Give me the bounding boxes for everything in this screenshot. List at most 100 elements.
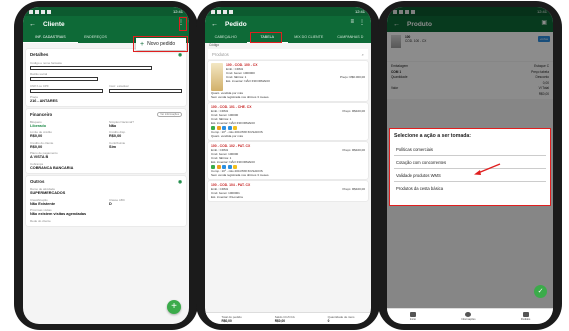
- status-icons: [29, 9, 51, 14]
- praca-value: 216 - ANTARES: [30, 99, 58, 103]
- search-placeholder: Produtos: [212, 51, 229, 57]
- nav-pedidos[interactable]: Pedidos: [521, 312, 530, 321]
- qtd-itens: Quantidade de itens 0: [328, 315, 355, 325]
- screenshot-collage: 12:41 ← Cliente ⋮ INF. CADASTRAIS ENDERE…: [0, 0, 569, 331]
- nav-inicio[interactable]: Início: [410, 312, 416, 321]
- option-cesta-basica[interactable]: Produtos da cesta básica: [394, 182, 546, 194]
- nav-informacoes[interactable]: Informações: [461, 312, 476, 321]
- product-preco: Preço: R$100,00: [342, 148, 365, 152]
- insc-field: [109, 88, 182, 93]
- credito-cli-value: R$0,00: [30, 144, 43, 149]
- qtd-value: 0: [327, 318, 330, 323]
- eye-icon[interactable]: ◉: [178, 52, 182, 58]
- tab-mix-cliente[interactable]: MIX DO CLIENTE: [288, 32, 330, 43]
- status-bar: 12:41: [205, 7, 371, 16]
- page-title: Cliente: [43, 20, 65, 28]
- tab-campanhas[interactable]: CAMPANHAS D: [330, 32, 372, 43]
- back-arrow-icon[interactable]: ←: [211, 21, 218, 28]
- tab-inf-cadastrais[interactable]: INF. CADASTRAIS: [23, 32, 78, 43]
- home-icon: [409, 312, 416, 317]
- app-bar: ← Pedido ≡ ⋮: [205, 16, 371, 32]
- nav-label: Início: [409, 318, 416, 321]
- product-preco: Preço: R$100,00: [342, 109, 365, 113]
- contrib-value: Sim: [109, 144, 117, 149]
- orders-icon: [522, 312, 529, 317]
- add-fab-button[interactable]: +: [167, 300, 181, 314]
- screen-produto: 12:41 ← Produto ▣ 100 COD. 100 - CX +Inf…: [387, 7, 553, 324]
- fin-row-2: Limite de crédito R$0,00 Crédito disp. R$0…: [30, 128, 182, 138]
- product-image: [211, 63, 223, 91]
- search-icon[interactable]: ⌕: [362, 52, 364, 57]
- class-value: Não Existente: [30, 201, 56, 206]
- info-icon: [465, 312, 472, 317]
- product-estoque: Est. inventar: NÃO INFORMADO: [226, 79, 271, 83]
- product-card[interactable]: 100 - COD. 102 - PAT. CX Emb.: CDM1 Preço…: [208, 142, 368, 179]
- phone-cliente: 12:41 ← Cliente ⋮ INF. CADASTRAIS ENDERE…: [14, 1, 198, 330]
- arrow-annotation-icon: [474, 163, 501, 175]
- nav-label: Informações: [461, 318, 476, 321]
- rede-label: Rede do cliente: [30, 218, 51, 223]
- total-pedido-label: Total do pedido: [221, 314, 242, 319]
- option-cotacao[interactable]: Cotação com concorrentes: [394, 156, 546, 169]
- eye-icon[interactable]: ◉: [178, 179, 182, 185]
- product-extra2: Quant. vendida por mês: [211, 134, 244, 138]
- razao-label: Razão social: [30, 72, 48, 76]
- financeiro-card: Financeiro Ver informações Bloqueio Libera…: [26, 109, 186, 173]
- outros-heading: Outros: [30, 178, 45, 184]
- insc-label: Inscr. estadual: [109, 83, 129, 88]
- product-card[interactable]: 100 - COD. 100 - CX Emb.: CDM1 Cmd. bene…: [208, 61, 368, 101]
- product-extra2: Sem venda registrada nos últimos 3 meses…: [211, 173, 270, 177]
- outros-card: Outros ◉ Ramo de atividade SUPERMERCADOS …: [26, 175, 186, 226]
- cnpj-label: CNPJ ou CPF: [30, 83, 49, 88]
- screen-cliente: 12:41 ← Cliente ⋮ INF. CADASTRAIS ENDERE…: [23, 7, 189, 324]
- filter-label: Código: [209, 43, 220, 47]
- phone-pedido: 12:41 ← Pedido ≡ ⋮ CABEÇALHO TABELA MIX D…: [196, 1, 380, 330]
- cobranca-value: COBRANCA BANCARIA: [30, 165, 74, 170]
- status-time: 12:41: [354, 9, 365, 14]
- total-pedido: Total do pedido R$0,00: [221, 315, 241, 325]
- fin-row-3: Crédito do cliente R$0,00 Contribuinte Sim: [30, 138, 182, 149]
- total-pedido-value: R$0,00: [221, 318, 232, 323]
- status-bar: 12:41: [23, 7, 189, 16]
- codigo-field: [30, 65, 152, 70]
- product-card[interactable]: 100 - COD. 101 - CHE. CX Emb.: CDM1 Preço…: [208, 103, 368, 140]
- more-icon[interactable]: ⋮: [359, 19, 365, 26]
- product-estoque: Est. inventar: 0/Lonebra: [211, 195, 243, 199]
- plano-value: A VISTA B: [30, 155, 49, 159]
- detalhes-card: Detalhes ◉ Código e nome fantasia Razão s…: [26, 49, 186, 106]
- product-search[interactable]: Produtos ⌕: [208, 49, 368, 59]
- saldo-value: R$0,00: [274, 318, 286, 323]
- saldo-label: Saldo CC/CCA: [274, 314, 295, 319]
- highlight-novo-pedido: [133, 36, 188, 52]
- back-arrow-icon[interactable]: ←: [29, 21, 36, 28]
- product-extra2: Sem venda registrada nos últimos 3 meses…: [211, 95, 270, 99]
- option-validade[interactable]: Validade produtos WMS: [394, 169, 546, 182]
- status-time: 12:41: [172, 9, 183, 14]
- appbar-actions: ≡ ⋮: [350, 19, 365, 26]
- order-totals-bar: Total do pedido R$0,00 Saldo CC/CCA R$0,00…: [205, 312, 371, 324]
- option-politicas[interactable]: Políticas comerciais: [394, 143, 546, 156]
- app-bar: ← Cliente ⋮: [23, 16, 189, 32]
- highlight-tab-tabela: [250, 32, 282, 43]
- product-preco: Preço: R$100,00: [342, 187, 365, 191]
- product-estoque: Est. inventar: NÃO INFORMADO: [211, 121, 256, 125]
- page-title: Pedido: [225, 20, 247, 28]
- tab-cabecalho[interactable]: CABEÇALHO: [205, 32, 247, 43]
- filter-icon[interactable]: ≡: [350, 19, 354, 26]
- tab-enderecos[interactable]: ENDEREÇOS: [78, 32, 113, 43]
- codigo-label: Código e nome fantasia: [30, 60, 62, 65]
- outros-row: Classificação Não Existente Classe ABC D: [30, 195, 182, 206]
- visitas-value: Não existem visitas agendadas: [30, 212, 87, 216]
- confirm-check-button[interactable]: ✓: [534, 285, 547, 298]
- cnpj-row: CNPJ ou CPF Inscr. estadual: [30, 81, 182, 93]
- status-icons: [211, 9, 233, 14]
- phone-produto: 12:41 ← Produto ▣ 100 COD. 100 - CX +Inf…: [378, 1, 562, 330]
- product-card[interactable]: 100 - COD. 104 - PAT. CX Emb.: CDM1 Preço…: [208, 181, 368, 201]
- fin-row-1: Bloqueio Liberado Simples Nacional? Não: [30, 117, 182, 128]
- qtd-label: Quantidade de itens: [327, 314, 355, 319]
- saldo-cc: Saldo CC/CCA R$0,00: [275, 315, 295, 325]
- action-dialog: Selecione a ação a ser tomada: Políticas…: [389, 128, 551, 206]
- cnpj-field: [30, 88, 103, 93]
- highlight-menu-icon: [179, 17, 187, 31]
- bottom-navigation: Início Informações Pedidos: [387, 308, 553, 324]
